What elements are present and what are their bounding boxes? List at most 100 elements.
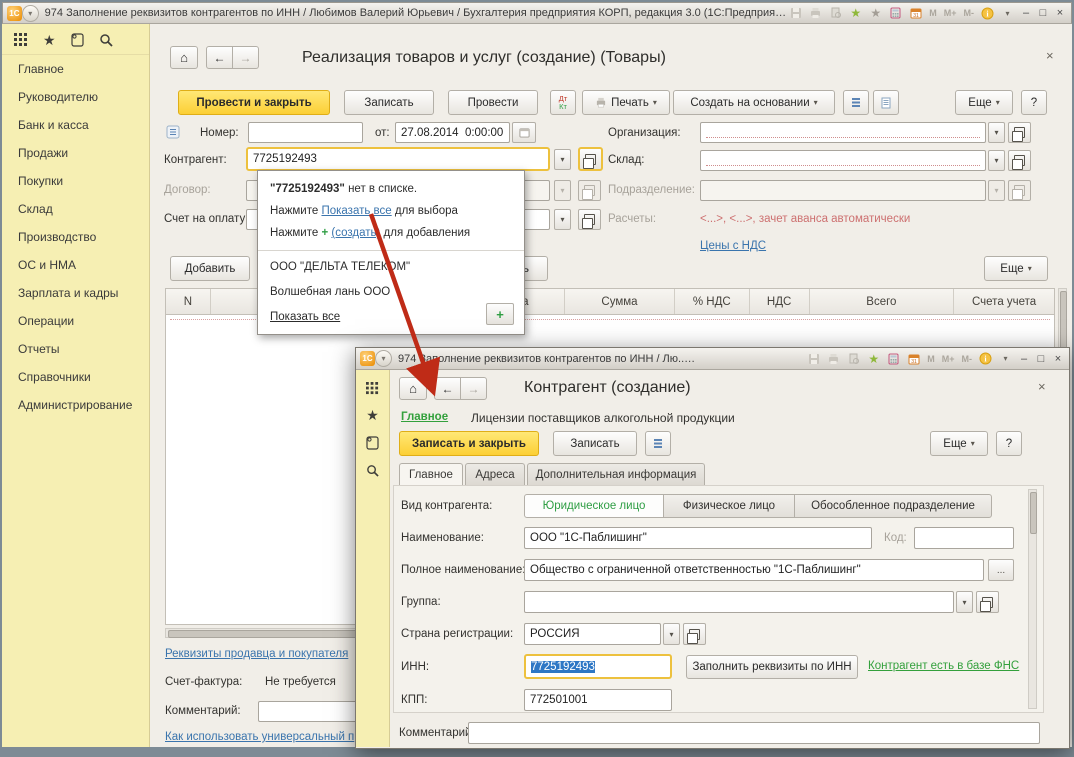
contract-open-button[interactable]: [578, 180, 601, 201]
country-open-button[interactable]: [683, 623, 706, 645]
fill-by-inn-button[interactable]: Заполнить реквизиты по ИНН: [686, 655, 858, 679]
tab-glavnoe[interactable]: Главное: [399, 463, 463, 486]
code-input[interactable]: [914, 527, 1014, 549]
sidebar-item-pokupki[interactable]: Покупки: [2, 167, 149, 195]
sidebar-item-glavnoe[interactable]: Главное: [2, 55, 149, 83]
inn-input[interactable]: 7725192493: [524, 654, 672, 679]
vertical-scrollbar-handle[interactable]: [1060, 291, 1067, 353]
related-documents-button[interactable]: [645, 431, 671, 456]
sidebar-item-bank-i-kassa[interactable]: Банк и касса: [2, 111, 149, 139]
tab-dop-informaciya[interactable]: Дополнительная информация: [527, 463, 705, 486]
how-to-use-link[interactable]: Как использовать универсальный п: [165, 731, 354, 743]
menu-grid-icon[interactable]: [366, 382, 379, 395]
close-button[interactable]: ×: [1053, 7, 1067, 19]
forward-button[interactable]: →: [232, 46, 259, 69]
titlebar-dropdown-icon[interactable]: ▾: [997, 351, 1014, 366]
tab-adresa[interactable]: Адреса: [465, 463, 525, 486]
seller-buyer-requisites-link[interactable]: Реквизиты продавца и покупателя: [165, 648, 348, 660]
favorites-star-icon[interactable]: ★: [847, 6, 864, 21]
organization-open-button[interactable]: [1008, 122, 1031, 143]
calendar-icon[interactable]: 31: [907, 6, 924, 21]
calendar-icon[interactable]: 31: [905, 351, 922, 366]
history-star-icon[interactable]: ★: [867, 6, 884, 21]
kind-option-legal[interactable]: Юридическое лицо: [524, 494, 664, 518]
calculator-icon[interactable]: [887, 6, 904, 21]
save-contragent-button[interactable]: Записать: [553, 431, 637, 456]
search-icon[interactable]: [366, 464, 379, 477]
history-icon[interactable]: [366, 436, 379, 450]
contragent-input[interactable]: 7725192493: [246, 147, 550, 171]
home-button[interactable]: ⌂: [399, 377, 427, 400]
suggestion-item[interactable]: ООО "ДЕЛЬТА ТЕЛЕКОМ": [270, 261, 410, 273]
warehouse-input[interactable]: [700, 150, 986, 171]
calculator-icon[interactable]: [885, 351, 902, 366]
memory-minus-button[interactable]: M-: [962, 8, 977, 18]
maximize-button[interactable]: □: [1036, 7, 1050, 19]
add-row-button[interactable]: Добавить: [170, 256, 250, 281]
post-and-close-button[interactable]: Провести и закрыть: [178, 90, 330, 115]
close-button[interactable]: ×: [1051, 353, 1065, 365]
forward-button[interactable]: →: [460, 377, 487, 400]
group-dropdown-button[interactable]: ▾: [956, 591, 973, 613]
back-button[interactable]: ←: [434, 377, 461, 400]
contract-dropdown-button[interactable]: ▾: [554, 180, 571, 201]
table-more-button[interactable]: Еще ▾: [984, 256, 1048, 281]
minimize-button[interactable]: –: [1017, 353, 1031, 365]
sub-vertical-scrollbar[interactable]: [1028, 489, 1037, 709]
doc-more-button[interactable]: Еще ▾: [955, 90, 1013, 115]
memory-recall-button[interactable]: M: [925, 354, 937, 364]
print-button[interactable]: Печать ▾: [582, 90, 670, 115]
save-and-close-button[interactable]: Записать и закрыть: [399, 431, 539, 456]
sidebar-item-otchety[interactable]: Отчеты: [2, 335, 149, 363]
sidebar-item-zarplata[interactable]: Зарплата и кадры: [2, 279, 149, 307]
department-dropdown-button[interactable]: ▾: [988, 180, 1005, 201]
group-input[interactable]: [524, 591, 954, 613]
home-button[interactable]: ⌂: [170, 46, 198, 69]
favorites-star-icon[interactable]: ★: [865, 351, 882, 366]
memory-plus-button[interactable]: M+: [940, 354, 957, 364]
col-scheta-ucheta[interactable]: Счета учета: [954, 289, 1054, 314]
kind-option-person[interactable]: Физическое лицо: [663, 494, 795, 518]
prices-with-vat-link[interactable]: Цены с НДС: [700, 240, 766, 252]
print-icon[interactable]: [807, 6, 824, 21]
col-vsego[interactable]: Всего: [810, 289, 955, 314]
minimize-button[interactable]: –: [1019, 7, 1033, 19]
post-document-button[interactable]: Провести: [448, 90, 538, 115]
document-journal-button[interactable]: [873, 90, 899, 115]
kpp-input[interactable]: 772501001: [524, 689, 672, 711]
show-all-bottom-link[interactable]: Показать все: [270, 311, 340, 323]
memory-minus-button[interactable]: M-: [960, 354, 975, 364]
col-summa[interactable]: Сумма: [565, 289, 675, 314]
group-open-button[interactable]: [976, 591, 999, 613]
warehouse-open-button[interactable]: [1008, 150, 1031, 171]
organization-input[interactable]: [700, 122, 986, 143]
print-icon[interactable]: [825, 351, 842, 366]
sub-comment-input[interactable]: [468, 722, 1040, 744]
full-name-input[interactable]: Общество с ограниченной ответственностью…: [524, 559, 984, 581]
date-calendar-button[interactable]: [512, 122, 536, 143]
number-input[interactable]: [248, 122, 363, 143]
search-icon[interactable]: [99, 33, 113, 47]
contragent-open-button[interactable]: [578, 147, 603, 171]
save-icon[interactable]: [805, 351, 822, 366]
warehouse-dropdown-button[interactable]: ▾: [988, 150, 1005, 171]
titlebar-dropdown-icon[interactable]: ▾: [999, 6, 1016, 21]
dt-kt-icon[interactable]: Дт Кт: [550, 90, 576, 115]
col-n[interactable]: N: [166, 289, 211, 314]
save-document-button[interactable]: Записать: [344, 90, 434, 115]
name-input[interactable]: ООО "1С-Паблишинг": [524, 527, 872, 549]
list-bullet-icon[interactable]: [166, 125, 180, 139]
contragent-close-icon[interactable]: ×: [1038, 379, 1046, 394]
maximize-button[interactable]: □: [1034, 353, 1048, 365]
nav-main-link[interactable]: Главное: [401, 411, 448, 423]
show-all-link[interactable]: Показать все: [321, 205, 391, 217]
preview-icon[interactable]: [827, 6, 844, 21]
sub-menu-dropdown-icon[interactable]: ▾: [375, 350, 392, 367]
kind-option-division[interactable]: Обособленное подразделение: [794, 494, 992, 518]
doc-help-button[interactable]: ?: [1021, 90, 1047, 115]
create-based-on-button[interactable]: Создать на основании ▾: [673, 90, 835, 115]
sidebar-item-operacii[interactable]: Операции: [2, 307, 149, 335]
save-icon[interactable]: [787, 6, 804, 21]
country-input[interactable]: РОССИЯ: [524, 623, 661, 645]
memory-plus-button[interactable]: M+: [942, 8, 959, 18]
